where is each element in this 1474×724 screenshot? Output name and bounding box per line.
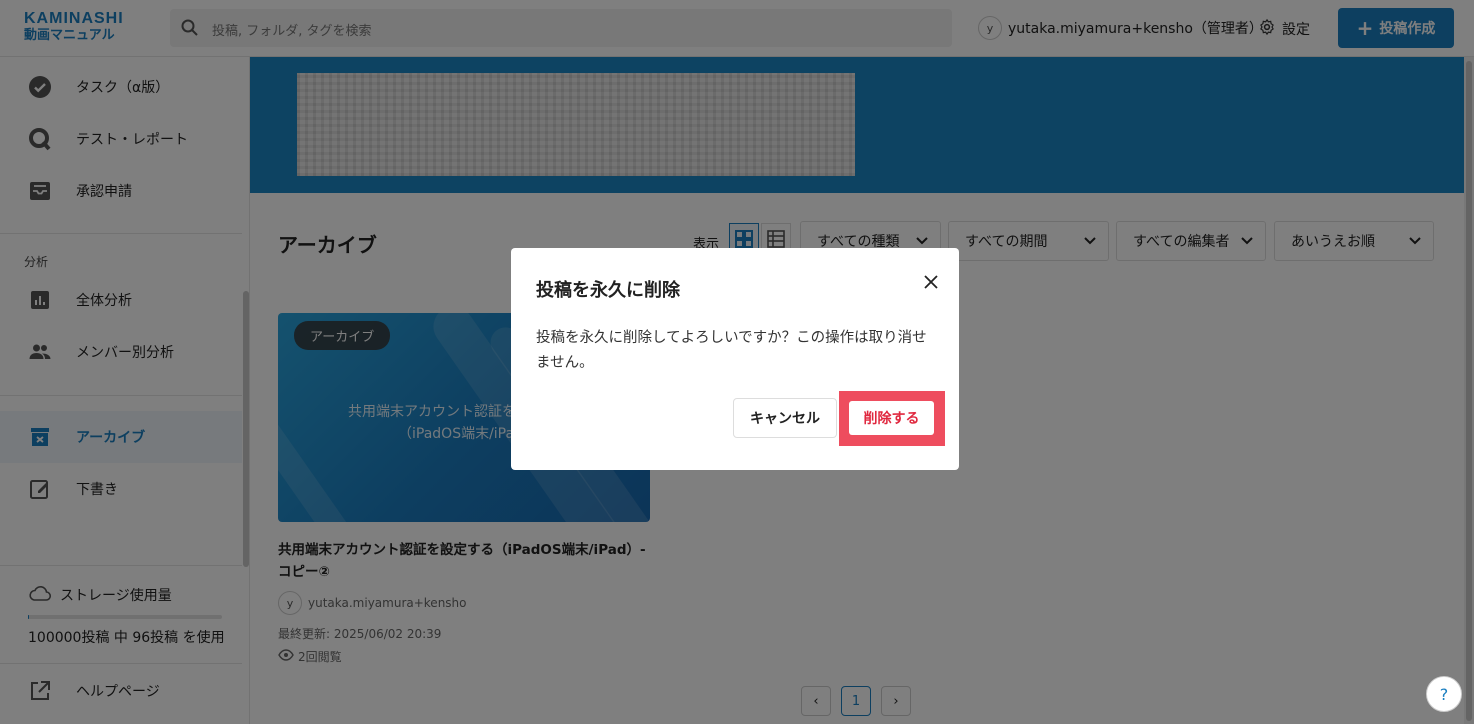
- close-button[interactable]: [919, 272, 943, 296]
- close-icon: [924, 275, 938, 293]
- delete-button[interactable]: 削除する: [849, 401, 934, 435]
- dialog-message: 投稿を永久に削除してよろしいですか？この操作は取り消せません。: [536, 330, 927, 371]
- delete-confirm-dialog: 投稿を永久に削除 投稿を永久に削除してよろしいですか？この操作は取り消せません。…: [511, 248, 959, 470]
- help-button[interactable]: ?: [1426, 676, 1462, 712]
- dialog-title: 投稿を永久に削除: [536, 280, 680, 301]
- cancel-button[interactable]: キャンセル: [733, 398, 837, 438]
